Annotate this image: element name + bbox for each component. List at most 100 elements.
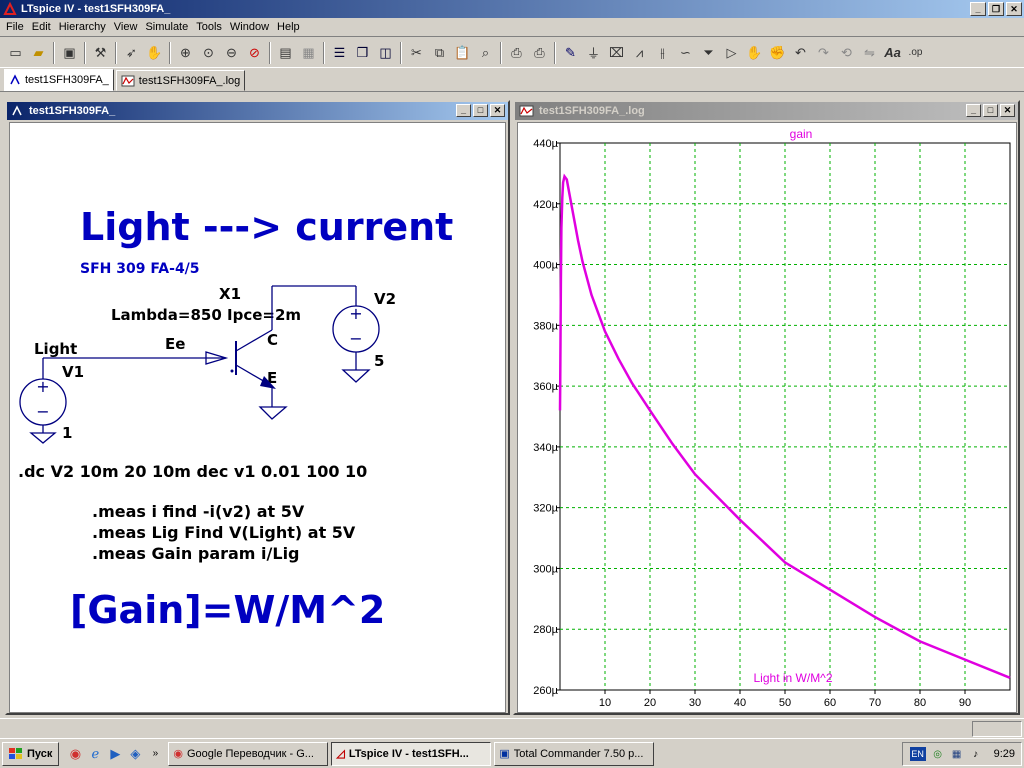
menu-tools[interactable]: Tools [192, 21, 226, 33]
minimize-button[interactable]: _ [966, 104, 981, 117]
quicklaunch-icon[interactable]: ◈ [125, 744, 145, 764]
control-panel-icon[interactable]: ⚒ [89, 41, 112, 64]
toolbar-separator [269, 41, 271, 64]
media-player-icon[interactable]: ▶ [105, 744, 125, 764]
schematic-canvas[interactable]: Light ---> current SFH 309 FA-4/5 X1 Lam… [9, 122, 506, 713]
phototransistor-x1[interactable] [230, 286, 277, 407]
print-preview-icon[interactable]: ⎙ [505, 41, 528, 64]
mirror-icon[interactable]: ⇋ [858, 41, 881, 64]
meas-directive-2[interactable]: .meas Lig Find V(Light) at 5V [92, 523, 355, 542]
restore-button[interactable]: ❐ [988, 2, 1004, 16]
zoom-cancel-icon[interactable]: ⊘ [243, 41, 266, 64]
schematic-window-title: test1SFH309FA_ [29, 105, 116, 117]
ground-icon[interactable]: ⏚ [582, 41, 605, 64]
task-total-commander[interactable]: ▣ Total Commander 7.50 p... [494, 741, 655, 766]
cut-icon[interactable]: ✂ [405, 41, 428, 64]
minimize-button[interactable]: _ [970, 2, 986, 16]
task-ltspice[interactable]: ◿ LTspice IV - test1SFH... [331, 741, 492, 766]
tab-schematic-label: test1SFH309FA_ [25, 74, 109, 86]
chrome-icon[interactable]: ◉ [65, 744, 85, 764]
label-net-icon[interactable]: ⌧ [605, 41, 628, 64]
spice-directive-icon[interactable]: .op [904, 41, 927, 64]
maximize-button[interactable]: □ [473, 104, 488, 117]
close-button[interactable]: ✕ [490, 104, 505, 117]
tray-app-icon[interactable]: ◎ [931, 747, 945, 761]
zoom-in-icon[interactable]: ⊕ [174, 41, 197, 64]
copy-icon[interactable]: ⧉ [428, 41, 451, 64]
gain-plot[interactable]: 10 20 30 40 50 60 70 80 90 260µ 280µ 300µ 320µ 340µ 36… [518, 123, 1017, 713]
halt-icon[interactable]: ✋ [143, 41, 166, 64]
maximize-button[interactable]: □ [983, 104, 998, 117]
tab-schematic[interactable]: test1SFH309FA_ [4, 69, 114, 91]
toolbar: ▭ ▰ ▣ ⚒ ➶ ✋ ⊕ ⊙ ⊖ ⊘ ▤ ▦ ☰ ❒ ◫ ✂ ⧉ 📋 ⌕ ⎙ … [0, 38, 1024, 68]
move-icon[interactable]: ✋ [743, 41, 766, 64]
grid-icon[interactable]: ▦ [297, 41, 320, 64]
zoom-out-icon[interactable]: ⊖ [220, 41, 243, 64]
x-tick-label: 70 [869, 697, 881, 709]
quicklaunch-expand-icon[interactable]: » [145, 744, 165, 764]
run-icon[interactable]: ➶ [120, 41, 143, 64]
open-icon[interactable]: ▰ [27, 41, 50, 64]
meas-directive-3[interactable]: .meas Gain param i/Lig [92, 544, 300, 563]
redo-icon[interactable]: ↷ [812, 41, 835, 64]
toolbar-separator [500, 41, 502, 64]
undo-icon[interactable]: ↶ [789, 41, 812, 64]
new-schematic-icon[interactable]: ▭ [4, 41, 27, 64]
autorange-icon[interactable]: ▤ [274, 41, 297, 64]
pan-icon[interactable]: ⊙ [197, 41, 220, 64]
start-button[interactable]: Пуск [2, 741, 60, 766]
minimize-button[interactable]: _ [456, 104, 471, 117]
capacitor-icon[interactable]: ⫲ [651, 41, 674, 64]
menu-simulate[interactable]: Simulate [141, 21, 192, 33]
ltspice-logo-icon [3, 2, 17, 15]
total-commander-icon: ▣ [499, 748, 510, 760]
system-tray: EN ◎ ▦ ♪ 9:29 [902, 742, 1022, 766]
y-tick-label: 280µ [533, 624, 558, 636]
rotate-icon[interactable]: ⟲ [835, 41, 858, 64]
task-google-translate[interactable]: ◉ Google Переводчик - G... [168, 741, 329, 766]
waveform-window: test1SFH309FA_.log _ □ ✕ 10 20 30 40 50 60 70 8… [513, 100, 1020, 715]
drag-icon[interactable]: ✊ [766, 41, 789, 64]
paste-icon[interactable]: 📋 [451, 41, 474, 64]
menu-file[interactable]: File [2, 21, 28, 33]
trace-title[interactable]: gain [790, 127, 813, 141]
draw-wire-icon[interactable]: ✎ [559, 41, 582, 64]
dc-sweep-directive[interactable]: .dc V2 10m 20 10m dec v1 0.01 100 10 [18, 462, 367, 481]
volume-icon[interactable]: ♪ [969, 747, 983, 761]
schematic-icon [12, 105, 22, 116]
svg-text:−: − [349, 329, 362, 348]
network-icon[interactable]: ▦ [950, 747, 964, 761]
y-tick-label: 400µ [533, 260, 558, 272]
cascade-icon[interactable]: ❒ [351, 41, 374, 64]
x-tick-label: 50 [779, 697, 791, 709]
close-button[interactable]: ✕ [1006, 2, 1022, 16]
internet-explorer-icon[interactable]: ℯ [85, 744, 105, 764]
text-icon[interactable]: Aa [881, 41, 904, 64]
resistor-icon[interactable]: ⩘ [628, 41, 651, 64]
v1-voltage-source[interactable]: + − [19, 358, 67, 433]
menu-edit[interactable]: Edit [28, 21, 55, 33]
menu-help[interactable]: Help [273, 21, 304, 33]
chrome-icon: ◉ [173, 748, 183, 760]
y-tick-label: 380µ [533, 320, 558, 332]
menu-window[interactable]: Window [226, 21, 273, 33]
toolbar-separator [400, 41, 402, 64]
menu-hierarchy[interactable]: Hierarchy [55, 21, 110, 33]
schematic-window-controls: _ □ ✕ [456, 104, 505, 117]
language-indicator[interactable]: EN [909, 747, 926, 761]
diode-icon[interactable]: ⏷ [697, 41, 720, 64]
waveform-canvas[interactable]: 10 20 30 40 50 60 70 80 90 260µ 280µ 300µ 320µ 340µ 36… [517, 122, 1017, 713]
inductor-icon[interactable]: ∽ [674, 41, 697, 64]
meas-directive-1[interactable]: .meas i find -i(v2) at 5V [92, 502, 304, 521]
toolbar-separator [169, 41, 171, 64]
tab-waveform[interactable]: test1SFH309FA_.log [115, 70, 246, 91]
tile-vertical-icon[interactable]: ◫ [374, 41, 397, 64]
close-button[interactable]: ✕ [1000, 104, 1015, 117]
find-icon[interactable]: ⌕ [474, 41, 497, 64]
save-icon[interactable]: ▣ [58, 41, 81, 64]
menu-view[interactable]: View [110, 21, 142, 33]
v2-voltage-source[interactable]: + − [332, 304, 380, 370]
print-icon[interactable]: ⎙ [528, 41, 551, 64]
tile-horizontal-icon[interactable]: ☰ [328, 41, 351, 64]
component-icon[interactable]: ▷ [720, 41, 743, 64]
